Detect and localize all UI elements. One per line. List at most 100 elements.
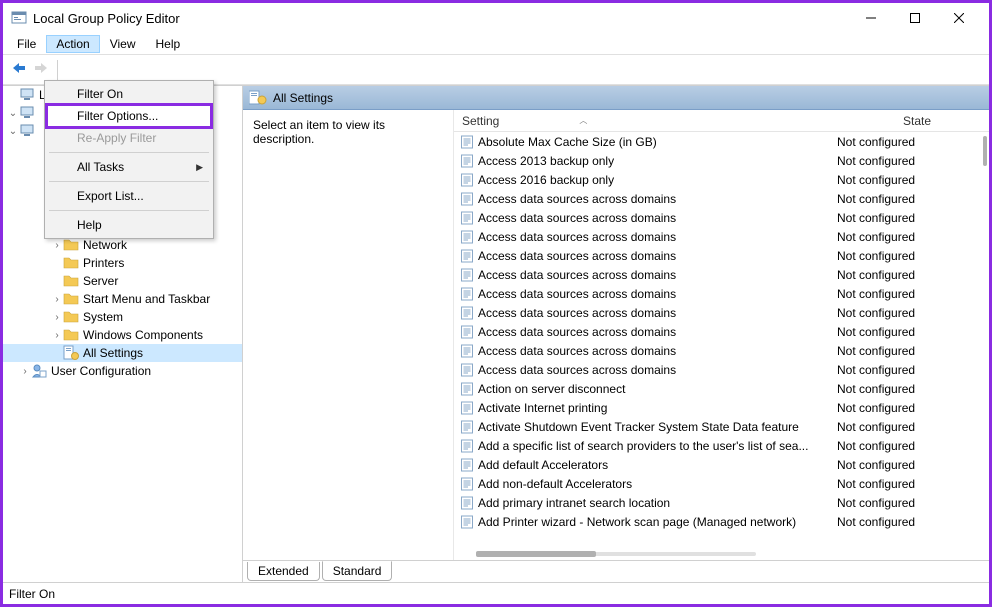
tree-item-all-settings[interactable]: All Settings bbox=[3, 344, 242, 362]
policy-icon bbox=[460, 515, 474, 529]
close-button[interactable] bbox=[937, 4, 981, 32]
policy-icon bbox=[460, 439, 474, 453]
policy-icon bbox=[460, 249, 474, 263]
setting-name: Access data sources across domains bbox=[478, 287, 837, 301]
tree-item-label: User Configuration bbox=[51, 364, 151, 378]
policy-icon bbox=[460, 401, 474, 415]
list-item[interactable]: Access 2016 backup onlyNot configured bbox=[454, 170, 989, 189]
expander-icon[interactable]: › bbox=[19, 366, 31, 377]
allsettings-icon bbox=[249, 90, 267, 106]
list-item[interactable]: Access data sources across domainsNot co… bbox=[454, 303, 989, 322]
list-item[interactable]: Add default AcceleratorsNot configured bbox=[454, 455, 989, 474]
tab-extended[interactable]: Extended bbox=[247, 562, 320, 581]
setting-state: Not configured bbox=[837, 420, 989, 434]
tree-item-label: Printers bbox=[83, 256, 124, 270]
policy-icon bbox=[460, 211, 474, 225]
column-setting[interactable]: Setting ︿ bbox=[454, 110, 837, 131]
content-header-label: All Settings bbox=[273, 91, 333, 105]
expander-icon[interactable]: › bbox=[51, 240, 63, 251]
action-menu[interactable]: Filter OnFilter Options...Re-Apply Filte… bbox=[44, 80, 214, 239]
setting-state: Not configured bbox=[837, 211, 989, 225]
setting-state: Not configured bbox=[837, 192, 989, 206]
column-state[interactable]: State bbox=[837, 110, 989, 131]
allsettings-icon bbox=[63, 345, 79, 361]
menu-action[interactable]: Action bbox=[46, 35, 99, 53]
menu-help[interactable]: Help bbox=[146, 35, 191, 53]
list-item[interactable]: Activate Internet printingNot configured bbox=[454, 398, 989, 417]
setting-state: Not configured bbox=[837, 135, 989, 149]
menu-item-all-tasks[interactable]: All Tasks▶ bbox=[47, 156, 211, 178]
list-item[interactable]: Access data sources across domainsNot co… bbox=[454, 189, 989, 208]
list-item[interactable]: Access data sources across domainsNot co… bbox=[454, 360, 989, 379]
expander-icon[interactable]: ⌄ bbox=[7, 108, 19, 119]
expander-icon[interactable]: › bbox=[51, 330, 63, 341]
maximize-button[interactable] bbox=[893, 4, 937, 32]
setting-state: Not configured bbox=[837, 382, 989, 396]
menu-separator bbox=[49, 181, 209, 182]
menu-item-help[interactable]: Help bbox=[47, 214, 211, 236]
setting-state: Not configured bbox=[837, 325, 989, 339]
list-item[interactable]: Add a specific list of search providers … bbox=[454, 436, 989, 455]
list-item[interactable]: Action on server disconnectNot configure… bbox=[454, 379, 989, 398]
settings-list[interactable]: Setting ︿ State Absolute Max Cache Size … bbox=[453, 110, 989, 560]
horizontal-scrollbar[interactable] bbox=[476, 551, 596, 557]
tree-item-windows-components[interactable]: › Windows Components bbox=[3, 326, 242, 344]
tree-item-system[interactable]: ›System bbox=[3, 308, 242, 326]
tree-item-label: Windows Components bbox=[83, 328, 203, 342]
tree-item-printers[interactable]: Printers bbox=[3, 254, 242, 272]
statusbar: Filter On bbox=[3, 582, 989, 604]
menu-item-export-list[interactable]: Export List... bbox=[47, 185, 211, 207]
setting-name: Absolute Max Cache Size (in GB) bbox=[478, 135, 837, 149]
policy-icon bbox=[460, 230, 474, 244]
tree-item-user-configuration[interactable]: › User Configuration bbox=[3, 362, 242, 380]
expander-icon[interactable]: › bbox=[51, 312, 63, 323]
list-header[interactable]: Setting ︿ State bbox=[454, 110, 989, 132]
menubar: FileActionViewHelp bbox=[3, 33, 989, 55]
list-item[interactable]: Access data sources across domainsNot co… bbox=[454, 265, 989, 284]
menu-file[interactable]: File bbox=[7, 35, 46, 53]
setting-name: Add default Accelerators bbox=[478, 458, 837, 472]
list-item[interactable]: Access 2013 backup onlyNot configured bbox=[454, 151, 989, 170]
setting-name: Access data sources across domains bbox=[478, 230, 837, 244]
menu-item-filter-on[interactable]: Filter On bbox=[47, 83, 211, 105]
computer-icon bbox=[19, 105, 35, 121]
policy-icon bbox=[460, 192, 474, 206]
app-icon bbox=[11, 10, 27, 26]
tab-standard[interactable]: Standard bbox=[322, 561, 393, 581]
policy-icon bbox=[460, 363, 474, 377]
vertical-scrollbar[interactable] bbox=[983, 136, 987, 166]
list-item[interactable]: Access data sources across domainsNot co… bbox=[454, 284, 989, 303]
list-item[interactable]: Access data sources across domainsNot co… bbox=[454, 322, 989, 341]
list-item[interactable]: Add Printer wizard - Network scan page (… bbox=[454, 512, 989, 531]
list-item[interactable]: Access data sources across domainsNot co… bbox=[454, 227, 989, 246]
window-title: Local Group Policy Editor bbox=[33, 11, 849, 26]
policy-icon bbox=[460, 306, 474, 320]
tree-item-start-menu-and-taskbar[interactable]: ›Start Menu and Taskbar bbox=[3, 290, 242, 308]
content-pane: All Settings Select an item to view its … bbox=[243, 86, 989, 582]
setting-state: Not configured bbox=[837, 268, 989, 282]
expander-icon[interactable]: ⌄ bbox=[7, 126, 19, 137]
setting-name: Activate Shutdown Event Tracker System S… bbox=[478, 420, 837, 434]
nav-back-button[interactable] bbox=[9, 60, 27, 79]
menu-item-filter-options[interactable]: Filter Options... bbox=[47, 105, 211, 127]
setting-name: Access data sources across domains bbox=[478, 344, 837, 358]
setting-name: Access data sources across domains bbox=[478, 249, 837, 263]
list-item[interactable]: Access data sources across domainsNot co… bbox=[454, 246, 989, 265]
list-item[interactable]: Add primary intranet search locationNot … bbox=[454, 493, 989, 512]
list-item[interactable]: Access data sources across domainsNot co… bbox=[454, 341, 989, 360]
tree-item-server[interactable]: Server bbox=[3, 272, 242, 290]
list-item[interactable]: Access data sources across domainsNot co… bbox=[454, 208, 989, 227]
list-item[interactable]: Absolute Max Cache Size (in GB)Not confi… bbox=[454, 132, 989, 151]
setting-name: Add non-default Accelerators bbox=[478, 477, 837, 491]
minimize-button[interactable] bbox=[849, 4, 893, 32]
setting-state: Not configured bbox=[837, 515, 989, 529]
list-item[interactable]: Add non-default AcceleratorsNot configur… bbox=[454, 474, 989, 493]
folder-icon bbox=[63, 255, 79, 271]
list-rows[interactable]: Absolute Max Cache Size (in GB)Not confi… bbox=[454, 132, 989, 560]
setting-state: Not configured bbox=[837, 154, 989, 168]
nav-forward-button[interactable] bbox=[33, 60, 51, 79]
expander-icon[interactable]: › bbox=[51, 294, 63, 305]
menu-view[interactable]: View bbox=[100, 35, 146, 53]
list-item[interactable]: Activate Shutdown Event Tracker System S… bbox=[454, 417, 989, 436]
setting-name: Access data sources across domains bbox=[478, 192, 837, 206]
